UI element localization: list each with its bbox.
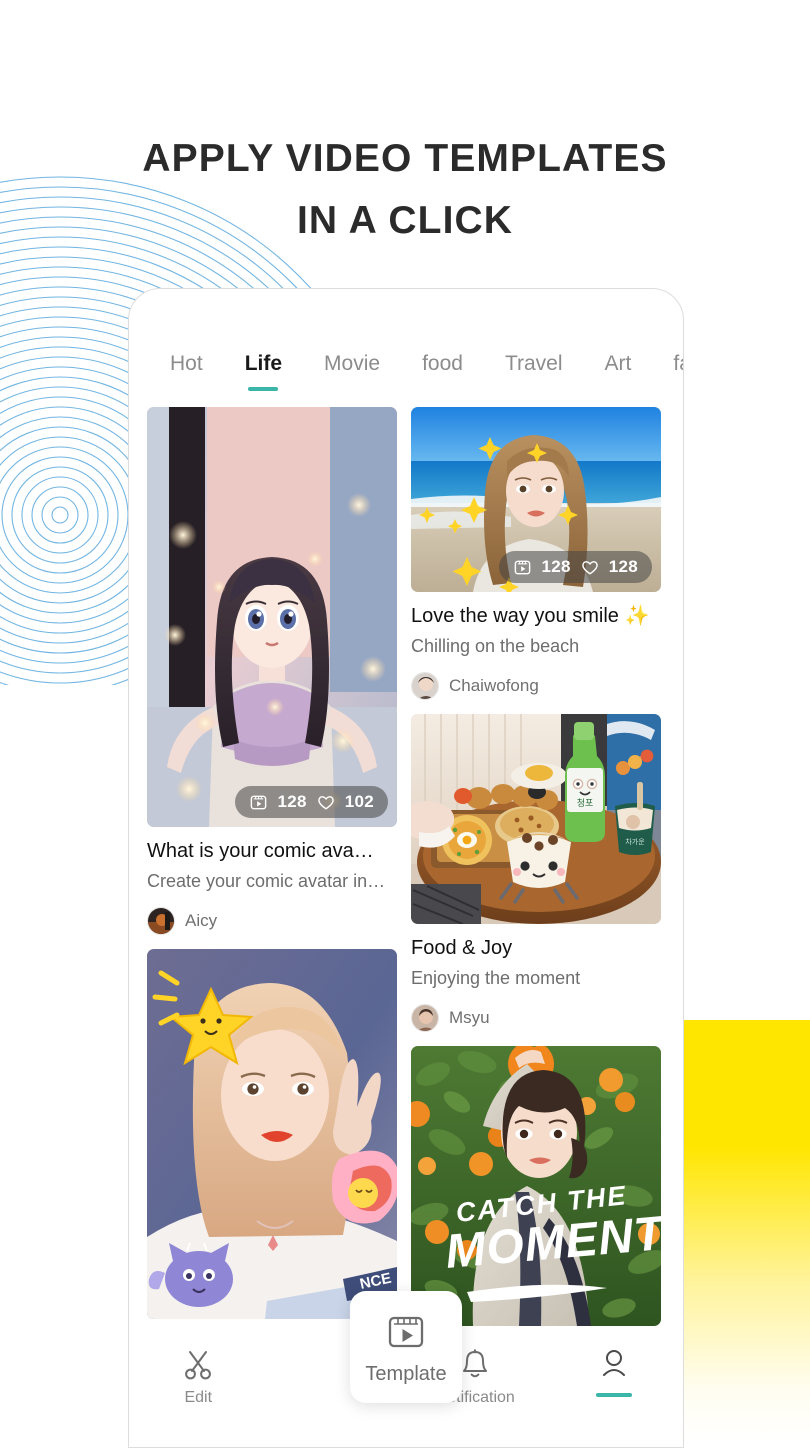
tab-label: food	[422, 352, 463, 375]
avatar	[411, 672, 439, 700]
page-title: APPLY VIDEO TEMPLATES IN A CLICK	[0, 128, 810, 252]
tab-hot[interactable]: Hot	[149, 349, 224, 379]
bottom-navigation[interactable]: Edit Notification Template	[129, 1291, 684, 1447]
author-name: Aicy	[185, 911, 218, 930]
korean-food-table: 청포 차가운	[411, 714, 661, 924]
card-subtitle: Enjoying the moment	[411, 968, 581, 988]
tab-label: Art	[604, 352, 632, 375]
active-indicator	[595, 1393, 632, 1397]
template-button[interactable]: Template	[350, 1291, 462, 1403]
card-author[interactable]: Aicy	[147, 907, 397, 935]
nav-label-edit: Edit	[184, 1389, 213, 1406]
heart-icon	[581, 561, 598, 575]
feed-card-beach[interactable]: 128 128 Love the way you smile ✨ Chillin…	[411, 407, 661, 700]
card-author[interactable]: Msyu	[411, 1004, 661, 1032]
heart-icon	[317, 796, 334, 810]
tab-art[interactable]: Art	[584, 349, 653, 379]
scissors-icon	[185, 1351, 212, 1380]
headline-line-1: APPLY VIDEO TEMPLATES	[142, 137, 668, 180]
play-count: 128	[541, 557, 571, 576]
card-title: What is your comic ava…	[147, 840, 374, 862]
avatar	[147, 907, 175, 935]
blonde-selfie-with-stickers: NCE	[147, 949, 397, 1319]
card-subtitle: Chilling on the beach	[411, 636, 580, 656]
anime-girl-illustration	[147, 407, 397, 827]
phone-mockup: Hot Life Movie food Travel Art fa	[128, 288, 684, 1448]
template-film-icon	[388, 1316, 424, 1348]
tab-fashion[interactable]: fa	[652, 349, 683, 379]
nav-item-edit[interactable]: Edit	[129, 1347, 268, 1407]
play-count: 128	[277, 792, 307, 811]
feed-card-comic-avatar[interactable]: 128 102 What is your comic ava… Create y…	[147, 407, 397, 935]
tab-label: Movie	[324, 352, 381, 375]
category-tabbar[interactable]: Hot Life Movie food Travel Art fa	[129, 349, 683, 411]
card-author[interactable]: Chaiwofong	[411, 672, 661, 700]
avatar-image	[148, 908, 174, 934]
feed-card-catch-the-moment[interactable]: CATCH THE MOMENT	[411, 1046, 661, 1326]
svg-text:차가운: 차가운	[625, 837, 645, 846]
play-template-icon	[251, 795, 267, 809]
tab-movie[interactable]: Movie	[303, 349, 401, 379]
avatar-image	[412, 673, 438, 699]
svg-text:청포: 청포	[577, 798, 594, 808]
stats-badge: 128 128	[499, 551, 652, 583]
catch-the-moment-orange-grove: CATCH THE MOMENT	[411, 1046, 661, 1326]
bell-icon	[463, 1349, 488, 1378]
like-count: 102	[344, 792, 374, 811]
card-title: Love the way you smile ✨	[411, 605, 650, 627]
author-name: Msyu	[449, 1008, 490, 1027]
person-icon	[602, 1350, 625, 1376]
stats-badge: 128 102	[235, 786, 388, 818]
tab-label: Life	[244, 352, 283, 375]
tab-travel[interactable]: Travel	[484, 349, 584, 379]
tab-life[interactable]: Life	[224, 349, 303, 379]
card-thumbnail[interactable]: CATCH THE MOMENT	[411, 1046, 661, 1326]
tab-label: fa	[673, 352, 683, 375]
card-title: Food & Joy	[411, 937, 513, 959]
tab-label: Hot	[170, 352, 203, 375]
avatar	[411, 1004, 439, 1032]
like-count: 128	[608, 557, 638, 576]
author-name: Chaiwofong	[449, 676, 539, 695]
play-template-icon	[515, 560, 531, 574]
card-thumbnail[interactable]: 128 102	[147, 407, 397, 827]
tab-label: Travel	[504, 352, 563, 375]
card-thumbnail[interactable]: NCE	[147, 949, 397, 1319]
feed-card-food[interactable]: 청포 차가운 Food & Joy Enjoying the moment Ms…	[411, 714, 661, 1032]
feed-card-selfie[interactable]: NCE	[147, 949, 397, 1319]
card-subtitle: Create your comic avatar in…	[147, 871, 386, 891]
card-thumbnail[interactable]: 청포 차가운	[411, 714, 661, 924]
template-label: Template	[365, 1363, 447, 1385]
card-thumbnail[interactable]: 128 128	[411, 407, 661, 592]
avatar-image	[412, 1005, 438, 1031]
nav-item-profile[interactable]	[545, 1347, 684, 1405]
tab-food[interactable]: food	[401, 349, 484, 379]
headline-line-2: IN A CLICK	[296, 199, 514, 242]
yellow-accent-shape	[675, 1020, 810, 1440]
